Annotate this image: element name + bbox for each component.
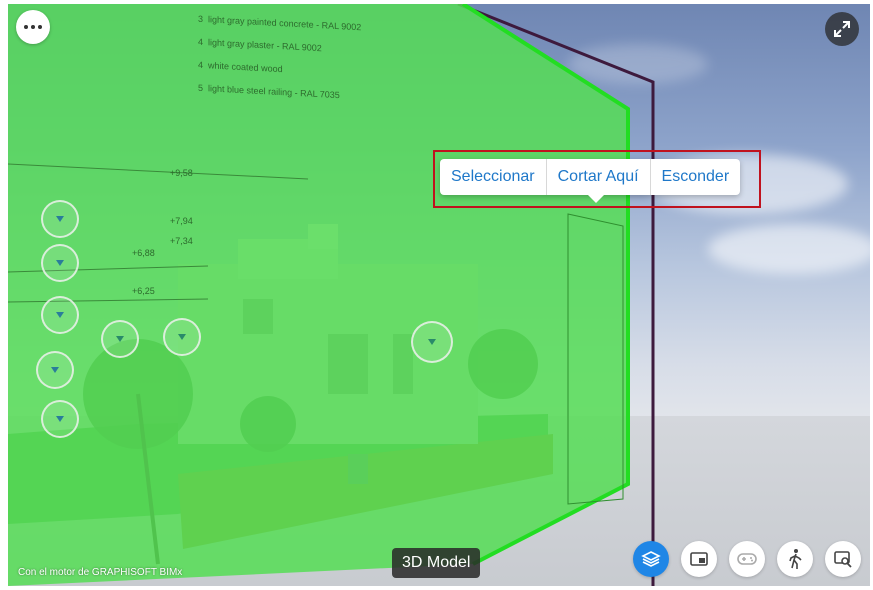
- elevation-marker: +6,25: [132, 286, 155, 296]
- gamepad-icon: [737, 553, 757, 565]
- picture-in-picture-button[interactable]: [681, 541, 717, 577]
- walk-button[interactable]: [777, 541, 813, 577]
- view-mode-label: 3D Model: [392, 548, 481, 578]
- hotspot-marker[interactable]: [36, 351, 74, 389]
- hotspot-marker[interactable]: [411, 321, 453, 363]
- zoom-screen-icon: [834, 551, 852, 568]
- hotspot-marker[interactable]: [163, 318, 201, 356]
- elevation-marker: +9,58: [170, 168, 193, 178]
- hotspot-marker[interactable]: [41, 400, 79, 438]
- cut-here-menu-item[interactable]: Cortar Aquí: [547, 159, 651, 195]
- hide-menu-item[interactable]: Esconder: [651, 159, 741, 195]
- elevation-marker: +7,34: [170, 236, 193, 246]
- fullscreen-button[interactable]: [825, 12, 859, 46]
- context-menu-pointer: [587, 194, 605, 203]
- hotspot-marker[interactable]: [101, 320, 139, 358]
- elevation-marker: +6,88: [132, 248, 155, 258]
- engine-credit: Con el motor de GRAPHISOFT BIMx: [18, 567, 183, 578]
- hotspot-marker[interactable]: [41, 244, 79, 282]
- elevation-marker: +7,94: [170, 216, 193, 226]
- zoom-screen-button[interactable]: [825, 541, 861, 577]
- picture-in-picture-icon: [690, 552, 708, 566]
- context-menu: Seleccionar Cortar Aquí Esconder: [440, 159, 741, 195]
- walk-icon: [789, 549, 802, 569]
- legend-block: 3 light gray painted concrete - RAL 9002…: [198, 8, 361, 109]
- layers-icon: [641, 551, 661, 567]
- select-menu-item[interactable]: Seleccionar: [440, 159, 547, 195]
- more-dots-icon: [24, 25, 42, 29]
- expand-icon: [834, 21, 850, 37]
- more-options-button[interactable]: [16, 10, 50, 44]
- hotspot-marker[interactable]: [41, 296, 79, 334]
- gamepad-button[interactable]: [729, 541, 765, 577]
- hotspot-marker[interactable]: [41, 200, 79, 238]
- 3d-viewport[interactable]: 3 light gray painted concrete - RAL 9002…: [8, 4, 870, 586]
- layers-button[interactable]: [633, 541, 669, 577]
